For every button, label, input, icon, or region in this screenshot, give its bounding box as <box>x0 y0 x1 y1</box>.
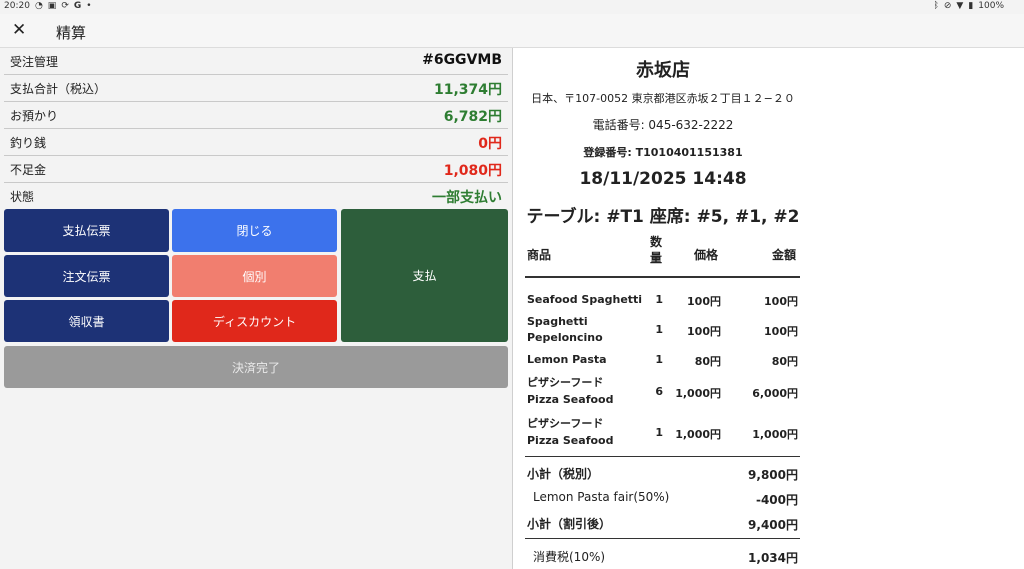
calendar-notification-icon: ▣ <box>47 1 57 11</box>
close-icon[interactable]: ✕ <box>12 20 26 40</box>
subtotal-after-label: 小計（割引後） <box>527 517 612 531</box>
item-name: Seafood Spaghetti <box>527 293 643 306</box>
app-bar: ✕ 精算 <box>0 14 1024 48</box>
item-name: Lemon Pasta <box>527 353 607 366</box>
page-title: 精算 <box>56 24 87 42</box>
shop-phone: 電話番号: 045-632-2222 <box>592 118 734 132</box>
payment-panel: 受注管理 #6GGVMB 支払合計（税込） 11,374円 お預かり 6,782… <box>0 48 512 569</box>
discount-value: -400円 <box>755 493 798 507</box>
header-price: 価格 <box>694 248 719 262</box>
discount-button[interactable]: ディスカウント <box>172 300 337 342</box>
item-amount: 1,000円 <box>752 428 798 441</box>
header-item: 商品 <box>527 248 552 262</box>
discount-label: Lemon Pasta fair(50%) <box>533 490 670 504</box>
shortage-value: 1,080円 <box>443 163 502 179</box>
item-qty: 1 <box>655 323 663 336</box>
receipt-preview: 赤坂店 日本、〒107-0052 東京都港区赤坂２丁目１２−２０ 電話番号: 0… <box>513 48 1024 569</box>
status-time: 20:20 <box>4 1 30 11</box>
payment-slip-button[interactable]: 支払伝票 <box>4 209 169 252</box>
shop-address: 日本、〒107-0052 東京都港区赤坂２丁目１２−２０ <box>531 92 795 105</box>
receipt-datetime: 18/11/2025 14:48 <box>579 169 747 189</box>
more-notifications-icon: • <box>86 1 92 11</box>
item-name: Spaghetti Pepeloncino <box>527 315 603 344</box>
item-amount: 80円 <box>771 355 798 368</box>
status-row: 状態 一部支払い <box>4 183 508 210</box>
status-label: 状態 <box>10 190 35 204</box>
order-id-value: #6GGVMB <box>422 52 502 68</box>
item-price: 1,000円 <box>675 428 721 441</box>
tax-value: 1,034円 <box>748 551 798 565</box>
items-divider <box>525 456 800 457</box>
shop-name: 赤坂店 <box>636 60 690 81</box>
header-qty: 数 量 <box>650 235 663 265</box>
item-qty: 1 <box>655 293 663 306</box>
status-bar: 20:20 ◔ ▣ ⟳ G • ᛒ ⊘ ▼ ▮ 100% <box>0 0 1024 14</box>
order-slip-button[interactable]: 注文伝票 <box>4 255 169 297</box>
order-id-label: 受注管理 <box>10 55 59 69</box>
item-amount: 6,000円 <box>752 387 798 400</box>
total-value: 11,374円 <box>433 82 502 98</box>
deposit-value: 6,782円 <box>443 109 502 125</box>
subtotal-label: 小計（税別） <box>527 467 600 481</box>
item-amount: 100円 <box>764 295 798 308</box>
bluetooth-icon: ᛒ <box>933 1 939 11</box>
registration-number: 登録番号: T1010401151381 <box>583 146 743 159</box>
receipt-button[interactable]: 領収書 <box>4 300 169 342</box>
item-price: 1,000円 <box>675 387 721 400</box>
item-name: ピザシーフード Pizza Seafood <box>527 376 614 406</box>
change-label: 釣り銭 <box>10 136 47 150</box>
complete-payment-button[interactable]: 決済完了 <box>4 346 508 388</box>
battery-icon: ▮ <box>968 1 974 11</box>
deposit-label: お預かり <box>10 109 59 123</box>
pay-button[interactable]: 支払 <box>341 209 508 342</box>
google-notification-icon: G <box>73 1 82 11</box>
change-value: 0円 <box>478 136 502 152</box>
app-notification-icon: ◔ <box>34 1 43 11</box>
header-divider <box>525 276 800 278</box>
status-value: 一部支払い <box>432 190 502 206</box>
battery-level: 100% <box>978 1 1004 11</box>
order-id-row: 受注管理 #6GGVMB <box>4 48 508 75</box>
subtotal-value: 9,800円 <box>748 468 798 482</box>
mute-icon: ⊘ <box>943 1 952 11</box>
item-price: 100円 <box>687 325 721 338</box>
subtotal-after-value: 9,400円 <box>748 518 798 532</box>
close-button[interactable]: 閉じる <box>172 209 337 252</box>
sync-notification-icon: ⟳ <box>61 1 69 11</box>
item-qty: 1 <box>655 353 663 366</box>
item-name: ピザシーフード Pizza Seafood <box>527 417 614 447</box>
item-price: 80円 <box>694 355 721 368</box>
item-qty: 6 <box>655 385 663 398</box>
table-seat-info: テーブル: #T1 座席: #5, #1, #2 <box>526 207 800 227</box>
item-amount: 100円 <box>764 325 798 338</box>
deposit-row: お預かり 6,782円 <box>4 102 508 129</box>
change-row: 釣り銭 0円 <box>4 129 508 156</box>
item-qty: 1 <box>655 426 663 439</box>
tax-label: 消費税(10%) <box>533 550 606 564</box>
header-amount: 金額 <box>772 248 797 262</box>
wifi-icon: ▼ <box>956 1 964 11</box>
individual-button[interactable]: 個別 <box>172 255 337 297</box>
shortage-label: 不足金 <box>10 163 47 177</box>
total-row: 支払合計（税込） 11,374円 <box>4 75 508 102</box>
subtotal-divider <box>525 538 800 539</box>
total-label: 支払合計（税込） <box>10 82 107 96</box>
shortage-row: 不足金 1,080円 <box>4 156 508 183</box>
item-price: 100円 <box>687 295 721 308</box>
